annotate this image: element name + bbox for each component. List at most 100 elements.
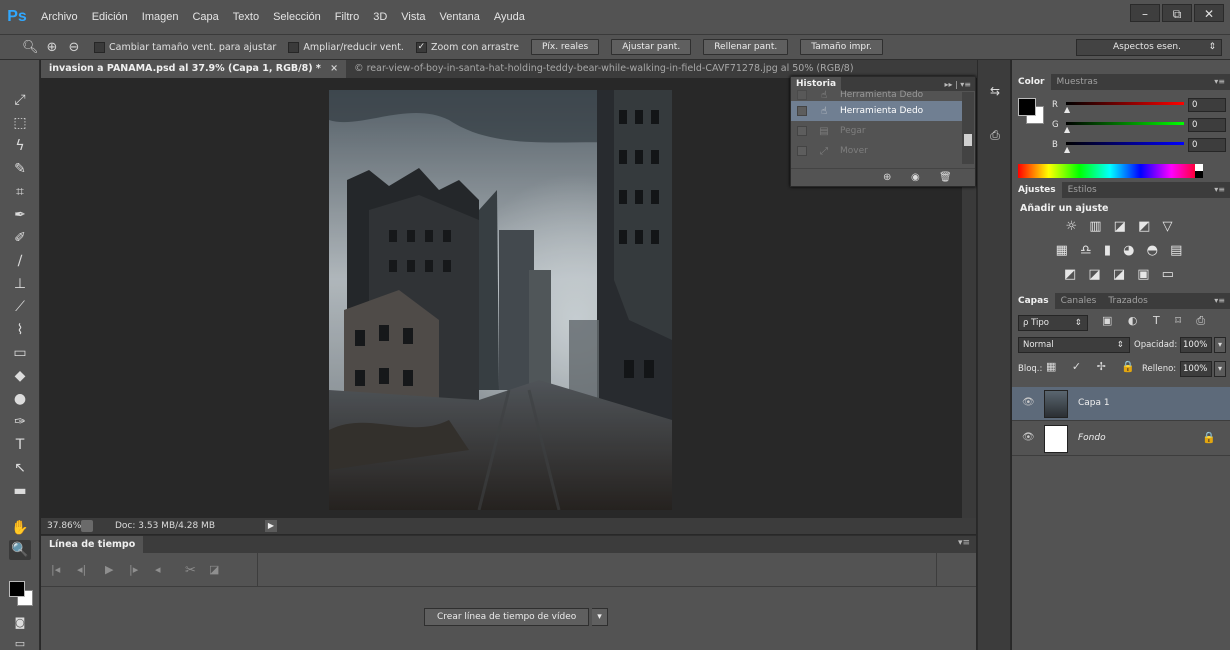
status-info-icon[interactable] [81, 520, 93, 532]
new-document-from-state-icon[interactable]: ⊕ [883, 172, 891, 183]
menu-capa[interactable]: Capa [185, 11, 225, 23]
fit-screen-button[interactable]: Ajustar pant. [611, 39, 692, 55]
history-item-checkbox[interactable] [797, 90, 807, 100]
zoom-in-icon[interactable]: ⊕ [44, 40, 60, 55]
workspace-select[interactable]: Aspectos esen. ⇕ [1076, 39, 1222, 56]
blue-value-field[interactable]: 0 [1188, 138, 1226, 152]
hand-tool-icon[interactable]: ✋ [9, 518, 31, 538]
screen-mode-icon[interactable]: ▭ [9, 634, 31, 650]
snapshot-icon[interactable]: ◉ [911, 172, 920, 183]
create-video-timeline-button[interactable]: Crear línea de tiempo de vídeo [424, 608, 590, 626]
history-item-selected[interactable]: ☝ Herramienta Dedo [791, 101, 963, 121]
opacity-field[interactable]: 100% [1180, 337, 1212, 353]
zoom-out-icon[interactable]: ⊖ [66, 40, 82, 55]
lock-options-icons[interactable]: ▦ ✓ ✢ 🔒 [1046, 360, 1141, 373]
gradient-tool-icon[interactable]: ▭ [9, 343, 31, 363]
scrubby-zoom-check[interactable]: ✓ [415, 41, 427, 53]
resize-window-checkbox[interactable]: Ampliar/reducir vent. [288, 41, 404, 53]
blend-mode-select[interactable]: Normal ⇕ [1018, 337, 1130, 353]
red-slider-track[interactable] [1066, 102, 1184, 105]
menu-texto[interactable]: Texto [226, 11, 266, 23]
blue-slider[interactable]: B ▲ 0 [1052, 138, 1228, 156]
timeline-menu-icon[interactable]: ▾≡ [958, 538, 970, 548]
resize-window-check[interactable] [288, 41, 300, 53]
tab-adjustments[interactable]: Ajustes [1012, 182, 1062, 198]
menu-vista[interactable]: Vista [394, 11, 432, 23]
lasso-tool-icon[interactable]: ϟ [9, 136, 31, 156]
layer-row-fondo[interactable]: 👁 Fondo 🔒 [1012, 422, 1230, 456]
healing-brush-tool-icon[interactable]: ✐ [9, 228, 31, 248]
adjustment-icons-row-1[interactable]: ☼ ▥ ◪ ◩ ▽ [1012, 219, 1230, 234]
adjustments-menu-icon[interactable]: ▾≡ [1214, 185, 1225, 194]
color-foreground-swatch[interactable] [1018, 98, 1036, 116]
path-selection-tool-icon[interactable]: ↖ [9, 458, 31, 478]
previous-frame-icon[interactable]: ◂| [77, 563, 86, 576]
close-tab-icon[interactable]: × [330, 63, 338, 74]
menu-imagen[interactable]: Imagen [135, 11, 186, 23]
history-item[interactable]: ▤ Pegar [791, 121, 963, 141]
red-value-field[interactable]: 0 [1188, 98, 1226, 112]
menu-3d[interactable]: 3D [366, 11, 394, 23]
blue-slider-handle-icon[interactable]: ▲ [1064, 145, 1070, 154]
marquee-tool-icon[interactable]: ⬚ [9, 113, 31, 133]
split-icon[interactable]: ✂ [185, 563, 196, 578]
eye-icon[interactable]: 👁 [1022, 432, 1035, 443]
red-slider[interactable]: R ▲ 0 [1052, 98, 1228, 116]
ruined-city-image[interactable] [329, 90, 672, 510]
eyedropper-tool-icon[interactable]: ✒ [9, 205, 31, 225]
scrubby-zoom-checkbox[interactable]: ✓ Zoom con arrastre [415, 41, 519, 53]
dodge-tool-icon[interactable]: ● [9, 389, 31, 409]
history-item[interactable]: ⤢ Mover [791, 141, 963, 161]
quick-mask-icon[interactable]: ◙ [9, 613, 31, 633]
audio-icon[interactable]: ◂ [155, 563, 161, 576]
layers-menu-icon[interactable]: ▾≡ [1214, 296, 1225, 305]
transition-icon[interactable]: ◪ [209, 563, 219, 576]
eye-icon[interactable]: 👁 [1022, 397, 1035, 408]
next-frame-icon[interactable]: |▸ [129, 563, 138, 576]
fill-dropdown-icon[interactable]: ▾ [1214, 361, 1226, 377]
restore-button[interactable]: ⧉ [1162, 4, 1192, 22]
blur-tool-icon[interactable]: ◆ [9, 366, 31, 386]
history-item-checkbox[interactable] [797, 146, 807, 156]
tab-layers[interactable]: Capas [1012, 293, 1055, 309]
green-value-field[interactable]: 0 [1188, 118, 1226, 132]
tab-invasion-panama[interactable]: invasion a PANAMA.psd al 37.9% (Capa 1, … [41, 60, 347, 78]
black-white-swatch[interactable] [1195, 164, 1203, 178]
actual-pixels-button[interactable]: Píx. reales [530, 39, 600, 55]
menu-archivo[interactable]: Archivo [34, 11, 85, 23]
move-tool-icon[interactable]: ⤢ [9, 90, 31, 110]
history-brush-tool-icon[interactable]: ⟋ [9, 297, 31, 317]
timeline-tab[interactable]: Línea de tiempo [41, 536, 144, 553]
history-item-checkbox[interactable] [797, 126, 807, 136]
tab-channels[interactable]: Canales [1055, 293, 1103, 309]
menu-ventana[interactable]: Ventana [433, 11, 487, 23]
layer-filter-select[interactable]: ρ Tipo ⇕ [1018, 315, 1088, 331]
foreground-color-swatch[interactable] [9, 581, 25, 597]
red-slider-handle-icon[interactable]: ▲ [1064, 105, 1070, 114]
zoom-tool-icon[interactable]: 🔍︎ [22, 40, 39, 55]
play-icon[interactable]: ▶ [105, 563, 113, 576]
eraser-tool-icon[interactable]: ⌇ [9, 320, 31, 340]
green-slider-handle-icon[interactable]: ▲ [1064, 125, 1070, 134]
history-scroll-thumb[interactable] [964, 134, 972, 146]
quick-select-tool-icon[interactable]: ✎ [9, 159, 31, 179]
green-slider[interactable]: G ▲ 0 [1052, 118, 1228, 136]
green-slider-track[interactable] [1066, 122, 1184, 125]
tab-swatches[interactable]: Muestras [1051, 74, 1104, 90]
fit-window-checkbox[interactable]: Cambiar tamaño vent. para ajustar [94, 41, 276, 53]
menu-seleccion[interactable]: Selección [266, 11, 328, 23]
stamp-tool-icon[interactable]: ⊥ [9, 274, 31, 294]
brush-tool-icon[interactable]: ∕ [9, 251, 31, 271]
adjustment-icons-row-3[interactable]: ◩ ◪ ◪ ▣ ▭ [1012, 267, 1230, 282]
crop-tool-icon[interactable]: ⌗ [9, 182, 31, 202]
color-spectrum[interactable] [1018, 164, 1202, 178]
history-panel-icon[interactable]: ⇆ [986, 82, 1004, 100]
adjustment-icons-row-2[interactable]: ▦ ♎ ▮ ◕ ◓ ▤ [1012, 243, 1230, 258]
history-scrollbar[interactable] [962, 92, 974, 164]
tab-color[interactable]: Color [1012, 74, 1051, 90]
fill-field[interactable]: 100% [1180, 361, 1212, 377]
layer-row-capa-1[interactable]: 👁 Capa 1 [1012, 387, 1230, 421]
type-tool-icon[interactable]: T [9, 435, 31, 455]
first-frame-icon[interactable]: |◂ [51, 563, 60, 576]
color-panel-menu-icon[interactable]: ▾≡ [1214, 77, 1225, 86]
